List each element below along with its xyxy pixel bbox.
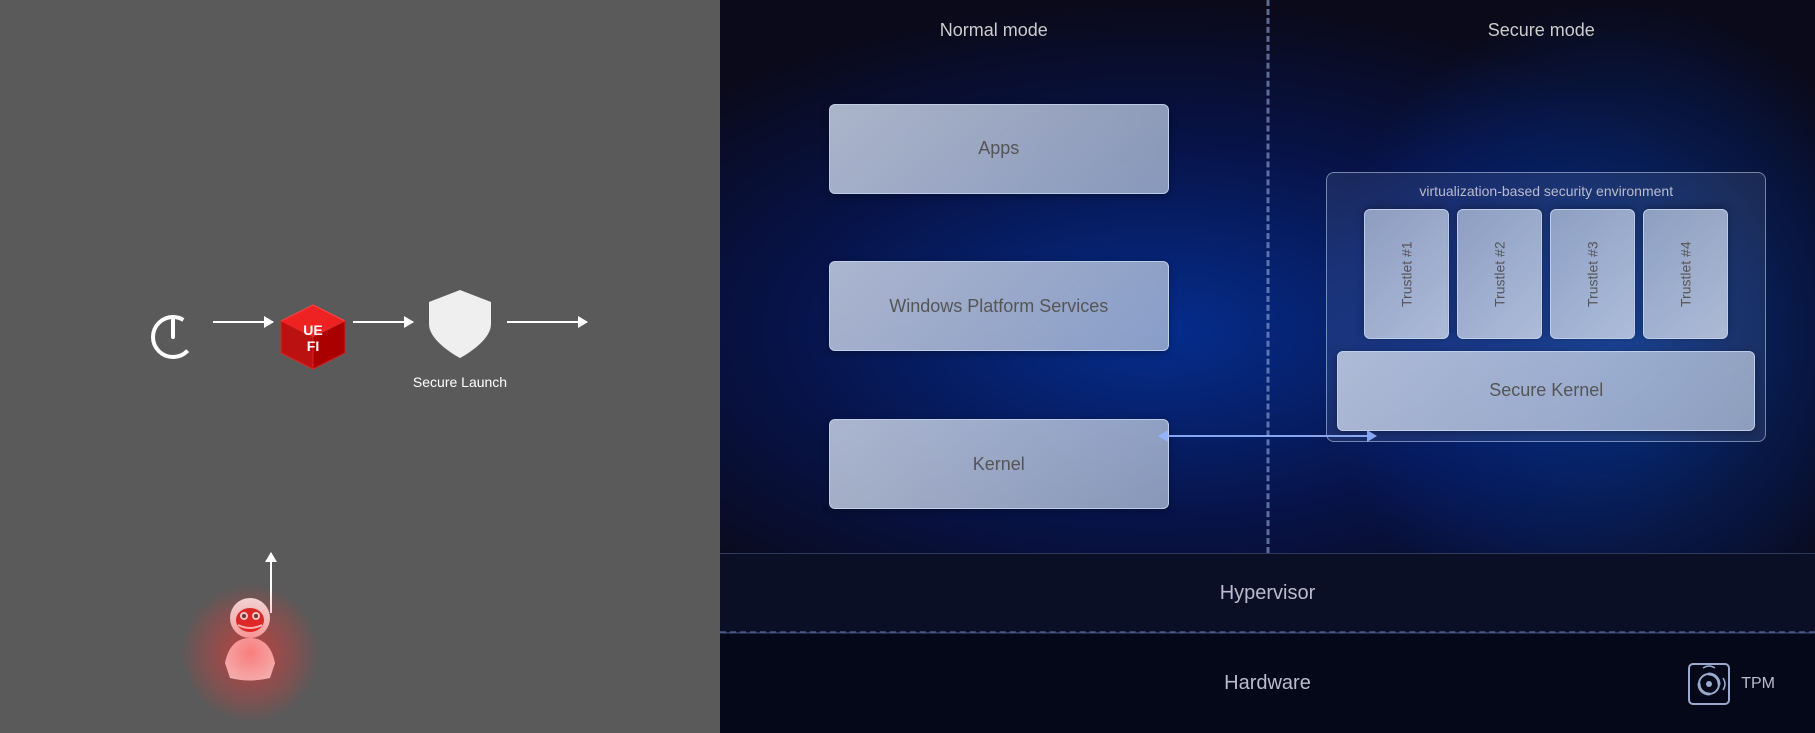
hypervisor-bar: Hypervisor bbox=[720, 553, 1815, 633]
secure-kernel-label: Secure Kernel bbox=[1489, 380, 1603, 401]
right-panel: Normal mode Secure mode Apps Windows Pla… bbox=[720, 0, 1815, 733]
hardware-label: Hardware bbox=[1224, 672, 1311, 695]
svg-text:FI: FI bbox=[307, 338, 319, 354]
arrow-1 bbox=[213, 321, 273, 323]
vbs-container: virtualization-based security environmen… bbox=[1326, 172, 1766, 442]
apps-box: Apps bbox=[829, 104, 1169, 194]
shield-icon bbox=[425, 286, 495, 362]
arrow-3 bbox=[507, 321, 587, 323]
left-panel: UE FI Secure Launch bbox=[0, 0, 720, 733]
power-item bbox=[133, 297, 213, 377]
secure-launch-label: Secure Launch bbox=[413, 374, 507, 390]
uefi-item: UE FI bbox=[273, 297, 353, 377]
tpm-label: TPM bbox=[1741, 675, 1775, 693]
attacker-figure bbox=[200, 583, 300, 703]
power-icon-container bbox=[133, 297, 213, 377]
trustlet-1: Trustlet #1 bbox=[1364, 209, 1449, 339]
shield-icon-container bbox=[420, 284, 500, 364]
arrowhead-left bbox=[1158, 430, 1168, 442]
power-icon bbox=[141, 305, 205, 369]
windows-platform-services-box: Windows Platform Services bbox=[829, 261, 1169, 351]
hardware-bar: Hardware TPM bbox=[720, 633, 1815, 733]
normal-mode-label: Normal mode bbox=[760, 20, 1308, 41]
vbs-label: virtualization-based security environmen… bbox=[1337, 183, 1755, 199]
trustlet-3: Trustlet #3 bbox=[1550, 209, 1635, 339]
secure-mode-label: Secure mode bbox=[1308, 20, 1776, 41]
trustlet-2: Trustlet #2 bbox=[1457, 209, 1542, 339]
arrow-line bbox=[1168, 435, 1367, 437]
windows-platform-services-label: Windows Platform Services bbox=[889, 296, 1108, 317]
kernel-secure-kernel-arrow bbox=[1158, 430, 1377, 442]
arrow-2 bbox=[353, 321, 413, 323]
svg-text:UE: UE bbox=[303, 322, 322, 338]
kernel-label: Kernel bbox=[973, 454, 1025, 475]
diagram-area: Apps Windows Platform Services Kernel vi… bbox=[720, 60, 1815, 553]
boot-flow: UE FI Secure Launch bbox=[133, 284, 587, 390]
trustlets-row: Trustlet #1 Trustlet #2 Trustlet #3 Trus… bbox=[1337, 209, 1755, 339]
shield-item: Secure Launch bbox=[413, 284, 507, 390]
trustlet-4: Trustlet #4 bbox=[1643, 209, 1728, 339]
uefi-icon: UE FI bbox=[273, 297, 353, 377]
kernel-box: Kernel bbox=[829, 419, 1169, 509]
tpm-badge: TPM bbox=[1685, 660, 1775, 708]
normal-column: Apps Windows Platform Services Kernel bbox=[720, 60, 1278, 553]
secure-kernel-box: Secure Kernel bbox=[1337, 351, 1755, 431]
uefi-cube: UE FI bbox=[273, 297, 353, 377]
attacker-glow bbox=[180, 583, 320, 723]
hypervisor-label: Hypervisor bbox=[1220, 582, 1316, 605]
secure-column: virtualization-based security environmen… bbox=[1278, 60, 1815, 553]
tpm-icon bbox=[1685, 660, 1733, 708]
arrowhead-right bbox=[1367, 430, 1377, 442]
apps-label: Apps bbox=[978, 138, 1019, 159]
